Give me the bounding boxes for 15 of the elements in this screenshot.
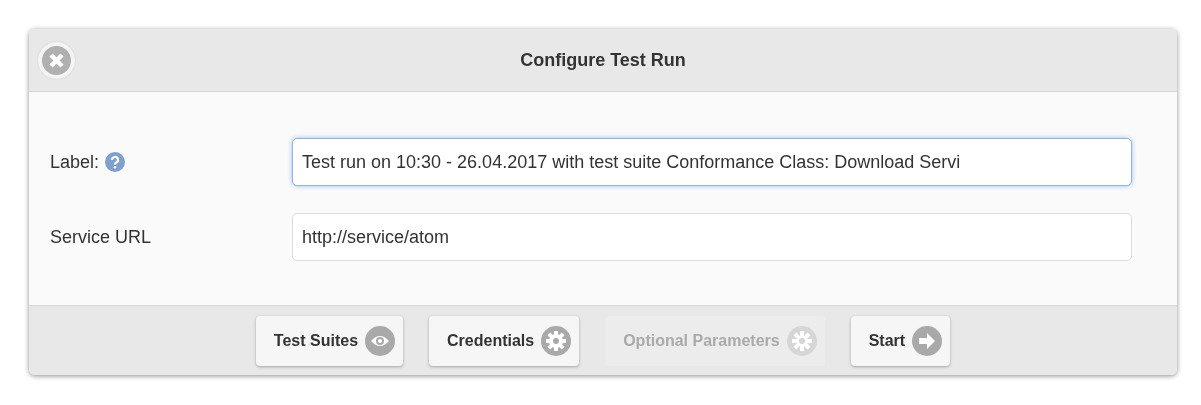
gear-icon <box>786 325 817 356</box>
field-label: Label: <box>50 151 100 173</box>
field-label: Service URL <box>50 226 152 248</box>
arrow-right-icon <box>912 325 943 356</box>
footer-button[interactable]: Start <box>850 315 951 366</box>
footer-button[interactable]: Credentials <box>429 315 580 366</box>
dialog-title: Configure Test Run <box>520 49 686 71</box>
text-field[interactable]: http://service/atom <box>292 213 1132 261</box>
gear-icon <box>541 325 572 356</box>
footer-button[interactable]: Test Suites <box>255 315 404 366</box>
help-icon[interactable] <box>105 152 126 172</box>
eye-icon <box>365 325 396 356</box>
close-button[interactable] <box>38 42 75 79</box>
text-field[interactable]: Test run on 10:30 - 26.04.2017 with test suite Conformance Class: Download Servi <box>292 138 1132 186</box>
close-icon <box>42 46 71 75</box>
